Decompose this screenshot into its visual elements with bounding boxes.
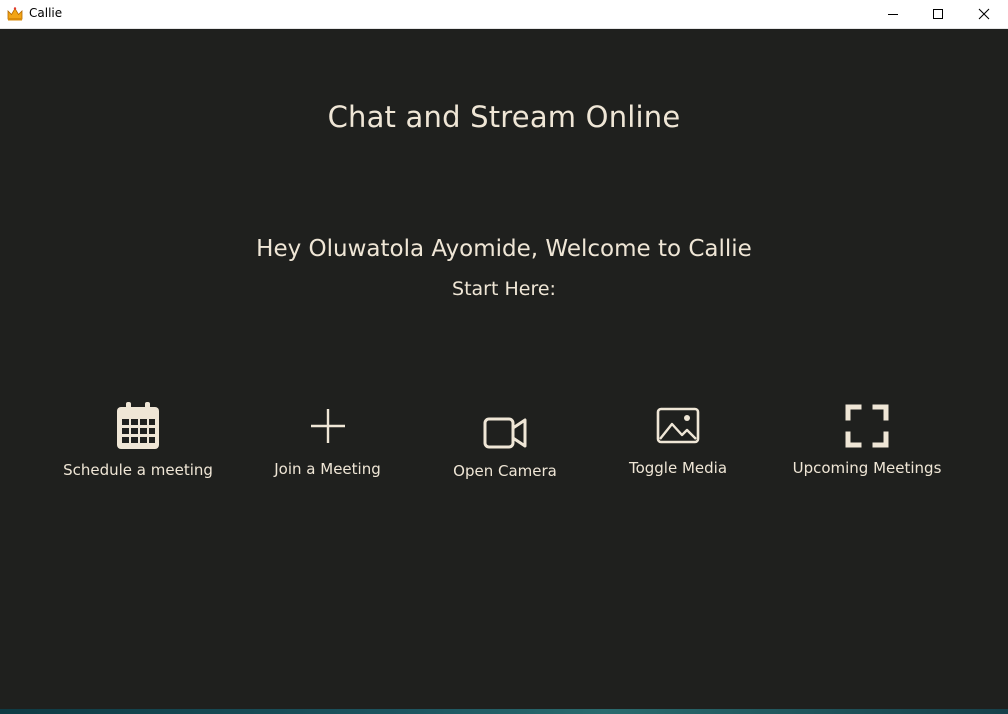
toggle-media-label: Toggle Media xyxy=(628,459,728,477)
page-title: Chat and Stream Online xyxy=(327,100,681,134)
open-camera-label: Open Camera xyxy=(453,462,557,480)
upcoming-meetings-button[interactable]: Upcoming Meetings xyxy=(790,404,944,477)
app-window: Callie Chat and Stream Online Hey Oluwat… xyxy=(0,0,1008,714)
plus-icon xyxy=(310,409,345,443)
video-camera-icon xyxy=(483,417,527,449)
minimize-button[interactable] xyxy=(870,0,916,28)
image-icon xyxy=(656,407,700,444)
start-here-label: Start Here: xyxy=(452,278,556,300)
maximize-button[interactable] xyxy=(915,0,961,28)
schedule-meeting-button[interactable]: Schedule a meeting xyxy=(60,402,216,479)
minimize-icon xyxy=(888,14,898,15)
join-meeting-button[interactable]: Join a Meeting xyxy=(260,406,395,478)
upcoming-meetings-label: Upcoming Meetings xyxy=(792,459,942,477)
welcome-message: Hey Oluwatola Ayomide, Welcome to Callie xyxy=(256,236,752,262)
fullscreen-corners-icon xyxy=(845,404,889,448)
maximize-icon xyxy=(933,9,943,19)
title-bar[interactable]: Callie xyxy=(0,0,1008,29)
desktop-background-strip xyxy=(0,709,1008,714)
toggle-media-button[interactable]: Toggle Media xyxy=(618,407,738,477)
window-title: Callie xyxy=(29,6,63,20)
close-icon xyxy=(978,8,990,20)
join-meeting-label: Join a Meeting xyxy=(274,460,381,478)
calendar-icon xyxy=(117,402,159,449)
close-button[interactable] xyxy=(961,0,1007,28)
open-camera-button[interactable]: Open Camera xyxy=(440,416,570,480)
schedule-meeting-label: Schedule a meeting xyxy=(63,461,213,479)
crown-icon xyxy=(7,7,23,21)
